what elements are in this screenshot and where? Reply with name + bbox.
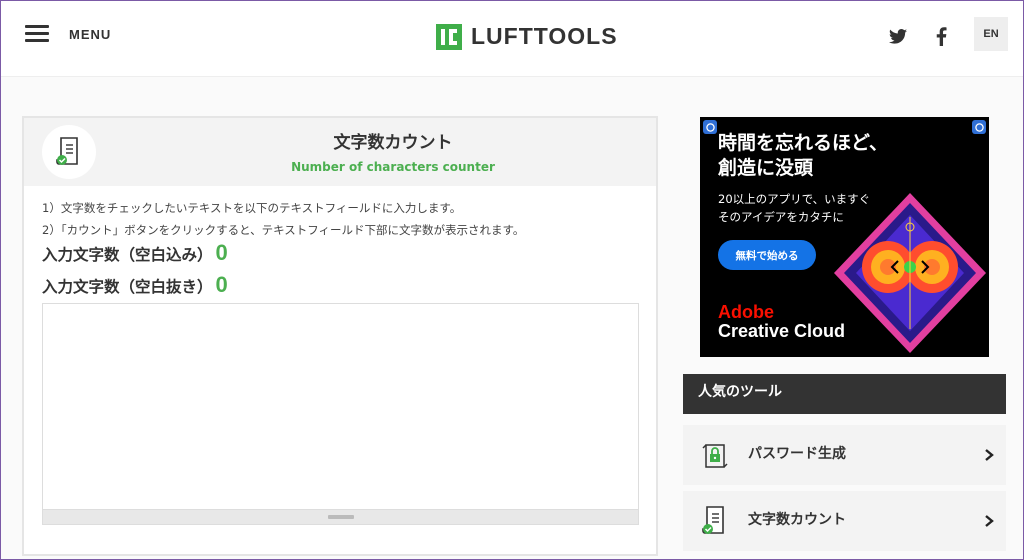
twitter-icon[interactable] xyxy=(887,25,909,47)
popular-tool-label: 文字数カウント xyxy=(748,512,846,528)
popular-tool-password[interactable]: パスワード生成 xyxy=(683,425,1006,485)
instruction-step-1: 1）文字数をチェックしたいテキストを以下のテキストフィールドに入力します。 xyxy=(42,201,462,215)
count-without-spaces-label: 入力文字数（空白抜き） xyxy=(42,278,213,296)
grip-icon xyxy=(328,515,354,519)
popular-tools-heading: 人気のツール xyxy=(683,374,1006,414)
ad-headline-line1: 時間を忘れるほど、 xyxy=(718,132,889,154)
chevron-right-icon xyxy=(985,449,994,461)
chevron-right-icon xyxy=(985,515,994,527)
ad-artwork xyxy=(834,193,986,353)
logo-mark-icon xyxy=(436,23,462,50)
textarea-resize-handle[interactable] xyxy=(42,509,639,525)
facebook-icon[interactable] xyxy=(930,25,952,47)
count-with-spaces-label: 入力文字数（空白込み） xyxy=(42,246,213,264)
popular-tool-label: パスワード生成 xyxy=(748,446,846,462)
ad-choices-icon[interactable] xyxy=(703,120,717,134)
popular-tool-char-count[interactable]: 文字数カウント xyxy=(683,491,1006,551)
count-with-spaces-value: 0 xyxy=(215,240,228,265)
count-without-spaces: 入力文字数（空白抜き） 0 xyxy=(42,272,228,298)
ad-cta-button[interactable]: 無料で始める xyxy=(718,240,816,270)
ad-brand-adobe: Adobe xyxy=(718,302,774,322)
ad-info-icon[interactable] xyxy=(972,120,986,134)
site-header: MENU LUFTTOOLS EN xyxy=(1,1,1023,77)
lock-refresh-icon xyxy=(702,444,728,468)
count-with-spaces: 入力文字数（空白込み） 0 xyxy=(42,240,228,266)
count-without-spaces-value: 0 xyxy=(215,272,228,297)
menu-button[interactable]: MENU xyxy=(25,25,111,43)
tool-card: 文字数カウント Number of characters counter 1）文… xyxy=(22,116,658,556)
language-button[interactable]: EN xyxy=(974,17,1008,51)
logo-text: LUFTTOOLS xyxy=(471,23,618,49)
site-logo[interactable]: LUFTTOOLS xyxy=(436,23,618,50)
ad-brand-creative-cloud: Creative Cloud xyxy=(718,321,846,341)
tool-subtitle: Number of characters counter xyxy=(291,160,495,174)
document-check-icon xyxy=(702,506,724,534)
ad-headline-line2: 創造に没頭 xyxy=(718,157,814,179)
tool-card-header: 文字数カウント Number of characters counter xyxy=(24,118,656,186)
ad-banner[interactable]: 時間を忘れるほど、 創造に没頭 20以上のアプリで、いますぐ そのアイデアをカタ… xyxy=(700,117,989,357)
text-input-area[interactable] xyxy=(42,303,639,511)
menu-label: MENU xyxy=(69,26,112,42)
ad-headline: 時間を忘れるほど、 創造に没頭 xyxy=(718,131,888,181)
instruction-step-2: 2）「カウント」ボタンをクリックすると、テキストフィールド下部に文字数が表示され… xyxy=(42,223,525,237)
tool-title: 文字数カウント xyxy=(333,133,453,153)
hamburger-icon xyxy=(25,25,49,43)
